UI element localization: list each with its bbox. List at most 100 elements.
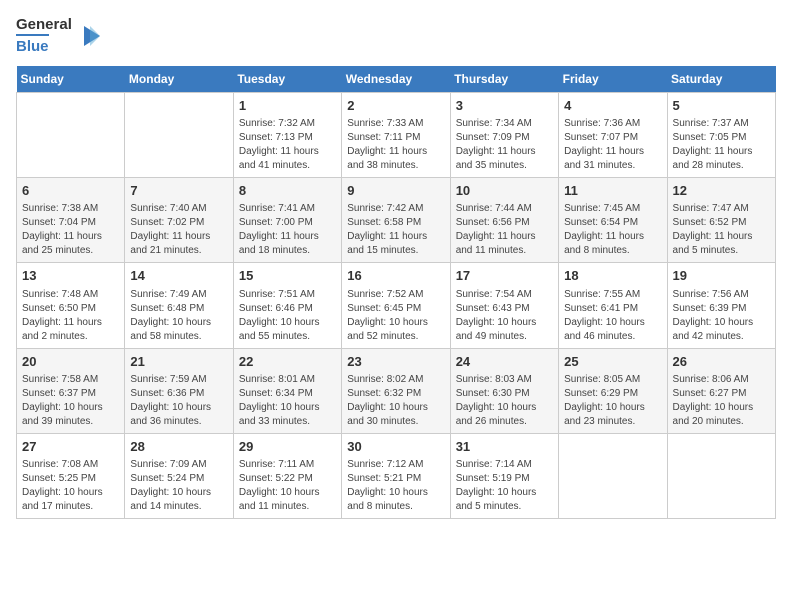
day-info: Sunrise: 8:02 AM Sunset: 6:32 PM Dayligh… xyxy=(347,373,444,429)
day-cell xyxy=(559,433,667,518)
day-number: 10 xyxy=(456,182,553,200)
day-cell: 26Sunrise: 8:06 AM Sunset: 6:27 PM Dayli… xyxy=(667,348,775,433)
day-number: 23 xyxy=(347,353,444,371)
day-number: 7 xyxy=(130,182,227,200)
day-cell xyxy=(17,93,125,178)
day-number: 13 xyxy=(22,267,119,285)
day-info: Sunrise: 7:14 AM Sunset: 5:19 PM Dayligh… xyxy=(456,458,553,514)
day-number: 24 xyxy=(456,353,553,371)
weekday-header-sunday: Sunday xyxy=(17,66,125,93)
week-row-4: 20 Sunrise: 7:58 AM Sunset: 6:37 PM Dayli… xyxy=(17,348,776,433)
day-cell: 7 Sunrise: 7:40 AM Sunset: 7:02 PM Daylig… xyxy=(125,178,233,263)
day-number: 4 xyxy=(564,97,661,115)
weekday-header-saturday: Saturday xyxy=(667,66,775,93)
day-info: Sunrise: 7:42 AM Sunset: 6:58 PM Dayligh… xyxy=(347,202,444,258)
day-info: Sunrise: 7:11 AM Sunset: 5:22 PM Dayligh… xyxy=(239,458,336,514)
calendar-table: SundayMondayTuesdayWednesdayThursdayFrid… xyxy=(16,66,776,519)
week-row-5: 27 Sunrise: 7:08 AM Sunset: 5:25 PM Dayli… xyxy=(17,433,776,518)
day-cell: 29 Sunrise: 7:11 AM Sunset: 5:22 PM Dayli… xyxy=(233,433,341,518)
day-cell: 14 Sunrise: 7:49 AM Sunset: 6:48 PM Dayli… xyxy=(125,263,233,348)
day-info: Sunrise: 7:48 AM Sunset: 6:50 PM Dayligh… xyxy=(22,288,119,344)
day-info: Sunrise: 7:47 AM Sunset: 6:52 PM Dayligh… xyxy=(673,202,770,258)
day-info: Sunrise: 7:55 AM Sunset: 6:41 PM Dayligh… xyxy=(564,288,661,344)
day-number: 20 xyxy=(22,353,119,371)
day-cell: 13 Sunrise: 7:48 AM Sunset: 6:50 PM Dayli… xyxy=(17,263,125,348)
day-info: Sunrise: 7:41 AM Sunset: 7:00 PM Dayligh… xyxy=(239,202,336,258)
day-info: Sunrise: 7:37 AM Sunset: 7:05 PM Dayligh… xyxy=(673,117,770,173)
logo-general: General xyxy=(16,16,72,34)
weekday-header-friday: Friday xyxy=(559,66,667,93)
day-info: Sunrise: 7:08 AM Sunset: 5:25 PM Dayligh… xyxy=(22,458,119,514)
day-number: 17 xyxy=(456,267,553,285)
day-cell: 30Sunrise: 7:12 AM Sunset: 5:21 PM Dayli… xyxy=(342,433,450,518)
weekday-header-row: SundayMondayTuesdayWednesdayThursdayFrid… xyxy=(17,66,776,93)
day-info: Sunrise: 7:45 AM Sunset: 6:54 PM Dayligh… xyxy=(564,202,661,258)
day-cell: 21 Sunrise: 7:59 AM Sunset: 6:36 PM Dayli… xyxy=(125,348,233,433)
day-number: 25 xyxy=(564,353,661,371)
day-number: 18 xyxy=(564,267,661,285)
day-number: 11 xyxy=(564,182,661,200)
day-number: 6 xyxy=(22,182,119,200)
day-cell: 19 Sunrise: 7:56 AM Sunset: 6:39 PM Dayli… xyxy=(667,263,775,348)
day-number: 30 xyxy=(347,438,444,456)
day-number: 16 xyxy=(347,267,444,285)
day-info: Sunrise: 7:56 AM Sunset: 6:39 PM Dayligh… xyxy=(673,288,770,344)
week-row-1: 1 Sunrise: 7:32 AM Sunset: 7:13 PM Daylig… xyxy=(17,93,776,178)
day-cell: 25 Sunrise: 8:05 AM Sunset: 6:29 PM Dayli… xyxy=(559,348,667,433)
day-number: 2 xyxy=(347,97,444,115)
day-cell: 5Sunrise: 7:37 AM Sunset: 7:05 PM Daylig… xyxy=(667,93,775,178)
day-number: 27 xyxy=(22,438,119,456)
day-info: Sunrise: 7:51 AM Sunset: 6:46 PM Dayligh… xyxy=(239,288,336,344)
day-info: Sunrise: 8:05 AM Sunset: 6:29 PM Dayligh… xyxy=(564,373,661,429)
weekday-header-tuesday: Tuesday xyxy=(233,66,341,93)
day-number: 21 xyxy=(130,353,227,371)
day-info: Sunrise: 7:49 AM Sunset: 6:48 PM Dayligh… xyxy=(130,288,227,344)
day-info: Sunrise: 8:06 AM Sunset: 6:27 PM Dayligh… xyxy=(673,373,770,429)
day-number: 8 xyxy=(239,182,336,200)
day-info: Sunrise: 7:58 AM Sunset: 6:37 PM Dayligh… xyxy=(22,373,119,429)
day-cell: 12Sunrise: 7:47 AM Sunset: 6:52 PM Dayli… xyxy=(667,178,775,263)
logo-chevron-icon xyxy=(76,22,104,50)
day-cell: 11 Sunrise: 7:45 AM Sunset: 6:54 PM Dayli… xyxy=(559,178,667,263)
day-cell: 24 Sunrise: 8:03 AM Sunset: 6:30 PM Dayli… xyxy=(450,348,558,433)
day-cell: 17 Sunrise: 7:54 AM Sunset: 6:43 PM Dayli… xyxy=(450,263,558,348)
day-number: 19 xyxy=(673,267,770,285)
day-cell: 31 Sunrise: 7:14 AM Sunset: 5:19 PM Dayli… xyxy=(450,433,558,518)
day-cell: 16Sunrise: 7:52 AM Sunset: 6:45 PM Dayli… xyxy=(342,263,450,348)
day-info: Sunrise: 7:40 AM Sunset: 7:02 PM Dayligh… xyxy=(130,202,227,258)
day-number: 3 xyxy=(456,97,553,115)
day-info: Sunrise: 7:32 AM Sunset: 7:13 PM Dayligh… xyxy=(239,117,336,173)
day-info: Sunrise: 7:36 AM Sunset: 7:07 PM Dayligh… xyxy=(564,117,661,173)
day-cell: 18 Sunrise: 7:55 AM Sunset: 6:41 PM Dayli… xyxy=(559,263,667,348)
day-info: Sunrise: 7:54 AM Sunset: 6:43 PM Dayligh… xyxy=(456,288,553,344)
day-number: 1 xyxy=(239,97,336,115)
logo: General Blue xyxy=(16,16,104,56)
day-info: Sunrise: 8:03 AM Sunset: 6:30 PM Dayligh… xyxy=(456,373,553,429)
day-cell: 6 Sunrise: 7:38 AM Sunset: 7:04 PM Daylig… xyxy=(17,178,125,263)
day-cell: 9Sunrise: 7:42 AM Sunset: 6:58 PM Daylig… xyxy=(342,178,450,263)
day-info: Sunrise: 7:59 AM Sunset: 6:36 PM Dayligh… xyxy=(130,373,227,429)
day-info: Sunrise: 7:33 AM Sunset: 7:11 PM Dayligh… xyxy=(347,117,444,173)
day-cell: 4 Sunrise: 7:36 AM Sunset: 7:07 PM Daylig… xyxy=(559,93,667,178)
day-info: Sunrise: 7:38 AM Sunset: 7:04 PM Dayligh… xyxy=(22,202,119,258)
day-cell: 15Sunrise: 7:51 AM Sunset: 6:46 PM Dayli… xyxy=(233,263,341,348)
day-cell: 8 Sunrise: 7:41 AM Sunset: 7:00 PM Daylig… xyxy=(233,178,341,263)
day-info: Sunrise: 7:44 AM Sunset: 6:56 PM Dayligh… xyxy=(456,202,553,258)
day-number: 29 xyxy=(239,438,336,456)
weekday-header-wednesday: Wednesday xyxy=(342,66,450,93)
day-cell: 27 Sunrise: 7:08 AM Sunset: 5:25 PM Dayli… xyxy=(17,433,125,518)
day-cell: 3Sunrise: 7:34 AM Sunset: 7:09 PM Daylig… xyxy=(450,93,558,178)
day-info: Sunrise: 8:01 AM Sunset: 6:34 PM Dayligh… xyxy=(239,373,336,429)
day-cell: 2 Sunrise: 7:33 AM Sunset: 7:11 PM Daylig… xyxy=(342,93,450,178)
day-cell: 22 Sunrise: 8:01 AM Sunset: 6:34 PM Dayli… xyxy=(233,348,341,433)
page-header: General Blue xyxy=(16,16,776,56)
day-cell: 23 Sunrise: 8:02 AM Sunset: 6:32 PM Dayli… xyxy=(342,348,450,433)
day-cell xyxy=(667,433,775,518)
day-number: 22 xyxy=(239,353,336,371)
day-number: 14 xyxy=(130,267,227,285)
logo-blue: Blue xyxy=(16,34,49,56)
day-number: 31 xyxy=(456,438,553,456)
weekday-header-monday: Monday xyxy=(125,66,233,93)
day-cell: 1 Sunrise: 7:32 AM Sunset: 7:13 PM Daylig… xyxy=(233,93,341,178)
weekday-header-thursday: Thursday xyxy=(450,66,558,93)
